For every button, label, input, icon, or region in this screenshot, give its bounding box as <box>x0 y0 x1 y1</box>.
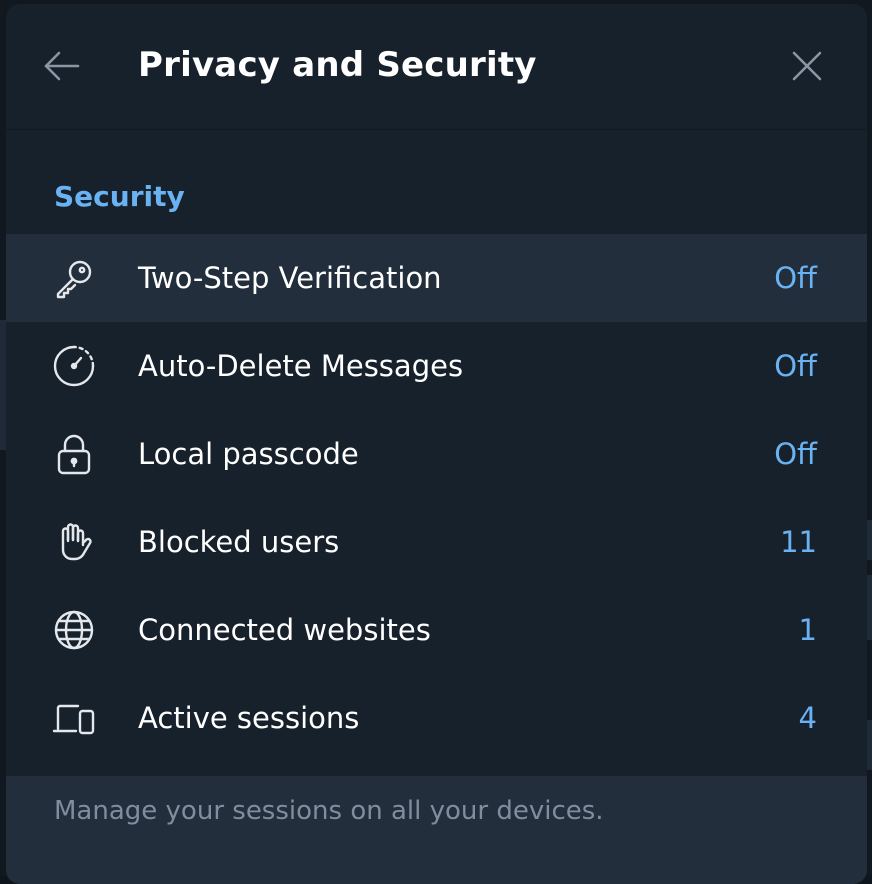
row-label: Active sessions <box>138 701 359 735</box>
row-local-passcode[interactable]: Local passcode Off <box>6 410 867 498</box>
row-active-sessions[interactable]: Active sessions 4 <box>6 674 867 762</box>
devices-icon <box>52 696 96 740</box>
row-value: Off <box>774 261 817 295</box>
row-label: Blocked users <box>138 525 339 559</box>
close-icon <box>791 50 823 86</box>
row-label: Connected websites <box>138 613 431 647</box>
row-value: 11 <box>780 525 817 559</box>
timer-icon <box>52 344 96 388</box>
footer-text: Manage your sessions on all your devices… <box>54 796 604 826</box>
row-label: Two-Step Verification <box>138 261 442 295</box>
row-value: Off <box>774 437 817 471</box>
dialog-title: Privacy and Security <box>138 45 537 85</box>
section-title-security: Security <box>54 180 185 213</box>
dialog-header: Privacy and Security <box>6 4 867 130</box>
backdrop-stub <box>867 720 872 770</box>
footer-note: Manage your sessions on all your devices… <box>6 776 867 884</box>
lock-icon <box>52 432 96 476</box>
arrow-left-icon <box>43 51 81 85</box>
backdrop-stub <box>867 520 872 560</box>
close-button[interactable] <box>787 48 827 88</box>
row-blocked-users[interactable]: Blocked users 11 <box>6 498 867 586</box>
hand-icon <box>52 520 96 564</box>
row-two-step-verification[interactable]: Two-Step Verification Off <box>6 234 867 322</box>
privacy-security-dialog: Privacy and Security Security Two-Step V… <box>6 4 867 884</box>
back-button[interactable] <box>42 48 82 88</box>
row-value: 4 <box>799 701 817 735</box>
row-value: Off <box>774 349 817 383</box>
row-auto-delete-messages[interactable]: Auto-Delete Messages Off <box>6 322 867 410</box>
key-icon <box>52 256 96 300</box>
row-label: Local passcode <box>138 437 359 471</box>
row-label: Auto-Delete Messages <box>138 349 463 383</box>
row-connected-websites[interactable]: Connected websites 1 <box>6 586 867 674</box>
backdrop-stub <box>867 575 872 640</box>
security-settings-list: Two-Step Verification Off Auto-Delete Me… <box>6 234 867 762</box>
globe-icon <box>52 608 96 652</box>
row-value: 1 <box>799 613 817 647</box>
